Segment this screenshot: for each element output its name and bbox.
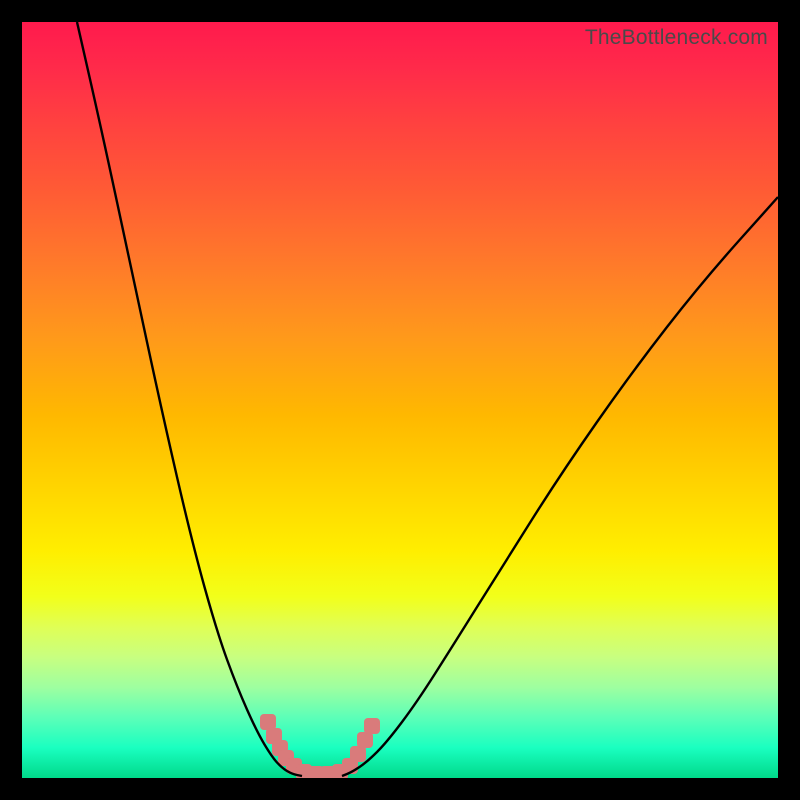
left-curve <box>77 22 302 776</box>
marker-point <box>357 732 373 748</box>
right-curve <box>342 197 778 776</box>
chart-svg <box>22 22 778 778</box>
marker-point <box>364 718 380 734</box>
markers-group <box>260 714 380 778</box>
chart-frame: TheBottleneck.com <box>22 22 778 778</box>
watermark-text: TheBottleneck.com <box>585 26 768 50</box>
marker-point <box>350 746 366 762</box>
marker-point <box>260 714 276 730</box>
